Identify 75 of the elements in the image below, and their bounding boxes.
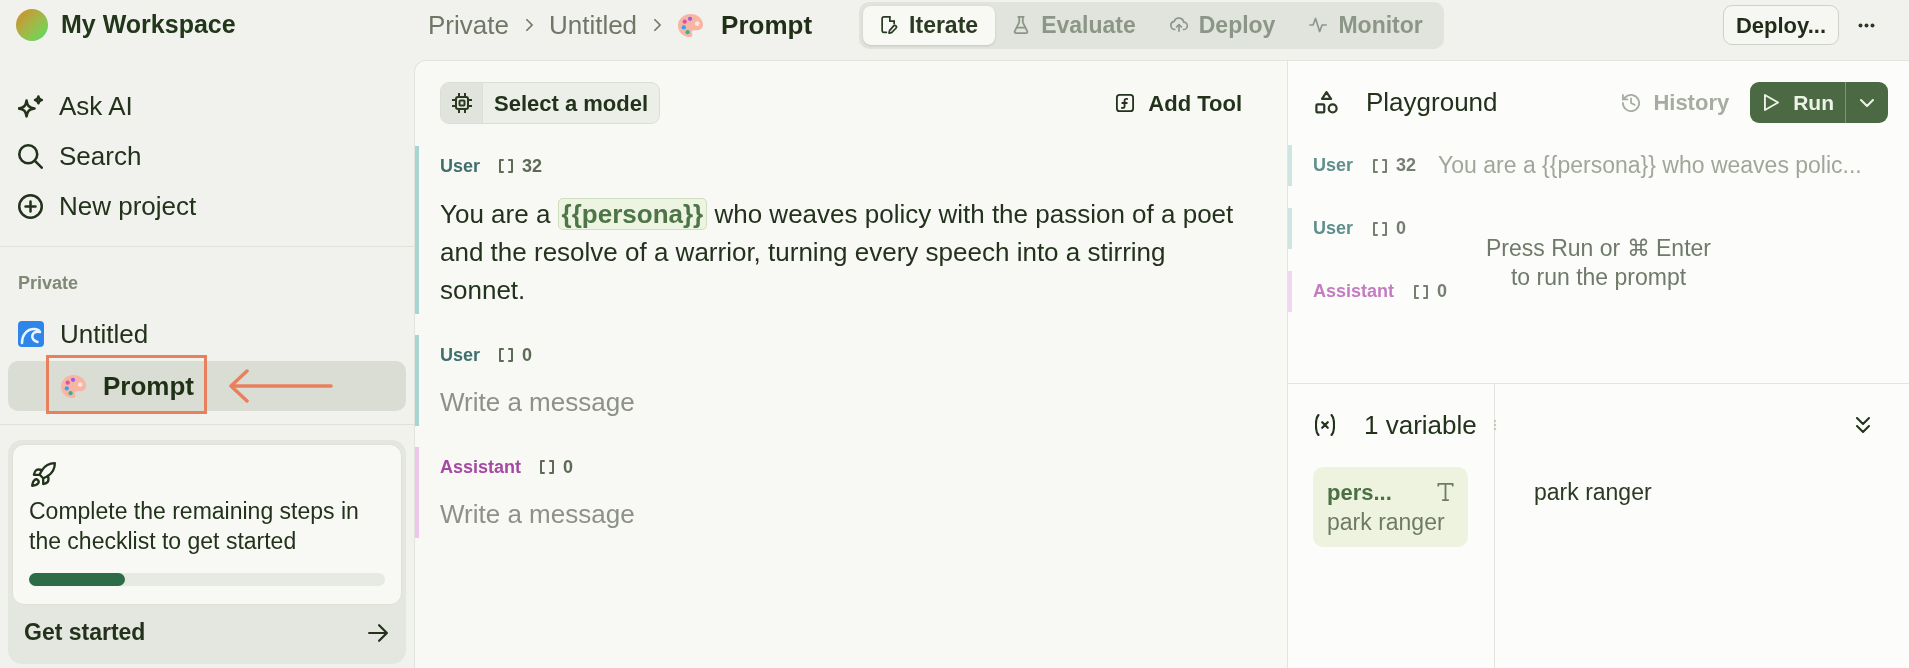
sparkle-icon [18, 93, 43, 119]
token-count: 0 [563, 455, 574, 479]
wave-icon [18, 321, 44, 347]
play-icon [1764, 94, 1780, 111]
token-count: 0 [1396, 217, 1407, 240]
plus-circle-icon [18, 193, 43, 219]
sidebar-action[interactable]: Ask AI [18, 90, 133, 122]
sidebar-action[interactable]: New project [18, 190, 197, 222]
workspace-name[interactable]: My Workspace [61, 6, 236, 44]
token-count: 0 [1437, 280, 1448, 303]
run-options-button[interactable] [1845, 82, 1888, 123]
variable-card[interactable]: pers... park ranger [1313, 467, 1468, 547]
message-text: You are a {{persona}} who weaves policy with the passion of a poet and the resolve of a warrior, turning every speech into a stirring sonnet. [440, 197, 1235, 307]
variable-value-editor[interactable]: park ranger [1534, 478, 1652, 506]
chip-icon [451, 93, 472, 113]
brackets-icon [540, 460, 555, 474]
variables-title: 1 variable [1364, 408, 1477, 442]
section-label: Private [18, 273, 79, 293]
breadcrumb-link[interactable]: Private [428, 5, 509, 45]
token-count: 32 [522, 154, 543, 178]
variable-name: pers... [1327, 478, 1392, 507]
message-preview: You are a {{persona}} who weaves polic... [1438, 151, 1862, 181]
rocket-icon [31, 462, 56, 487]
tab[interactable]: Iterate [863, 5, 996, 45]
model-select-button[interactable]: Select a model [440, 82, 661, 124]
brackets-icon [499, 159, 514, 173]
breadcrumb-current[interactable]: Prompt [721, 5, 813, 45]
message-role: User [440, 154, 481, 178]
get-started-button[interactable]: Get started [12, 605, 402, 660]
more-icon[interactable] [1858, 22, 1875, 28]
function-icon [1116, 94, 1135, 112]
checklist-text: Complete the remaining steps in the checklist to get started [29, 497, 360, 556]
sidebar-action[interactable]: Search [18, 140, 142, 172]
tree-item[interactable]: Untitled [8, 318, 153, 350]
search-icon [18, 143, 43, 169]
logo-icon [16, 9, 48, 41]
brackets-icon [1373, 221, 1388, 236]
playground-title: Playground [1366, 86, 1498, 119]
text-type-icon [1437, 483, 1454, 501]
deploy-button[interactable]: Deploy... [1722, 5, 1839, 45]
add-tool-button[interactable]: Add Tool [1116, 86, 1242, 120]
message-input[interactable]: Write a message [440, 495, 1255, 533]
brackets-icon [1373, 158, 1388, 173]
chevron-right-icon [653, 18, 663, 32]
message-role: User [1313, 217, 1354, 240]
message-input[interactable]: Write a message [440, 383, 1255, 421]
brackets-icon [1414, 284, 1429, 299]
flask-icon [1012, 16, 1031, 34]
breadcrumb-link[interactable]: Untitled [548, 5, 638, 45]
chevron-down-icon [1860, 98, 1874, 107]
message-role: Assistant [440, 455, 522, 479]
double-chevron-icon[interactable] [1856, 417, 1870, 433]
document-pen-icon [880, 16, 899, 34]
arrow-right-icon [368, 623, 388, 642]
message-role: Assistant [1313, 280, 1395, 303]
chevron-right-icon [524, 18, 534, 32]
shapes-icon [1315, 91, 1338, 114]
variable-value: park ranger [1327, 508, 1446, 536]
palette-icon [677, 12, 705, 38]
pulse-icon [1309, 16, 1328, 34]
message-row[interactable]: User 0 [1288, 208, 1413, 249]
message-role: User [1313, 154, 1354, 177]
history-icon [1622, 93, 1641, 112]
message-role: User [440, 343, 481, 367]
cloud-upload-icon [1169, 16, 1188, 34]
variable-icon [1315, 414, 1335, 436]
brackets-icon [499, 348, 514, 362]
tree-item[interactable]: Prompt [8, 361, 406, 411]
token-count: 32 [1396, 154, 1417, 177]
palette-icon [60, 373, 87, 399]
run-button[interactable]: Run [1750, 82, 1845, 123]
token-count: 0 [522, 343, 533, 367]
resize-handle-icon[interactable] [1493, 419, 1497, 431]
run-hint: Press Run or ⌘ Enter to run the prompt [1485, 234, 1712, 292]
message-row[interactable]: User 32 You are a {{persona}} who weaves polic... [1288, 145, 1868, 186]
